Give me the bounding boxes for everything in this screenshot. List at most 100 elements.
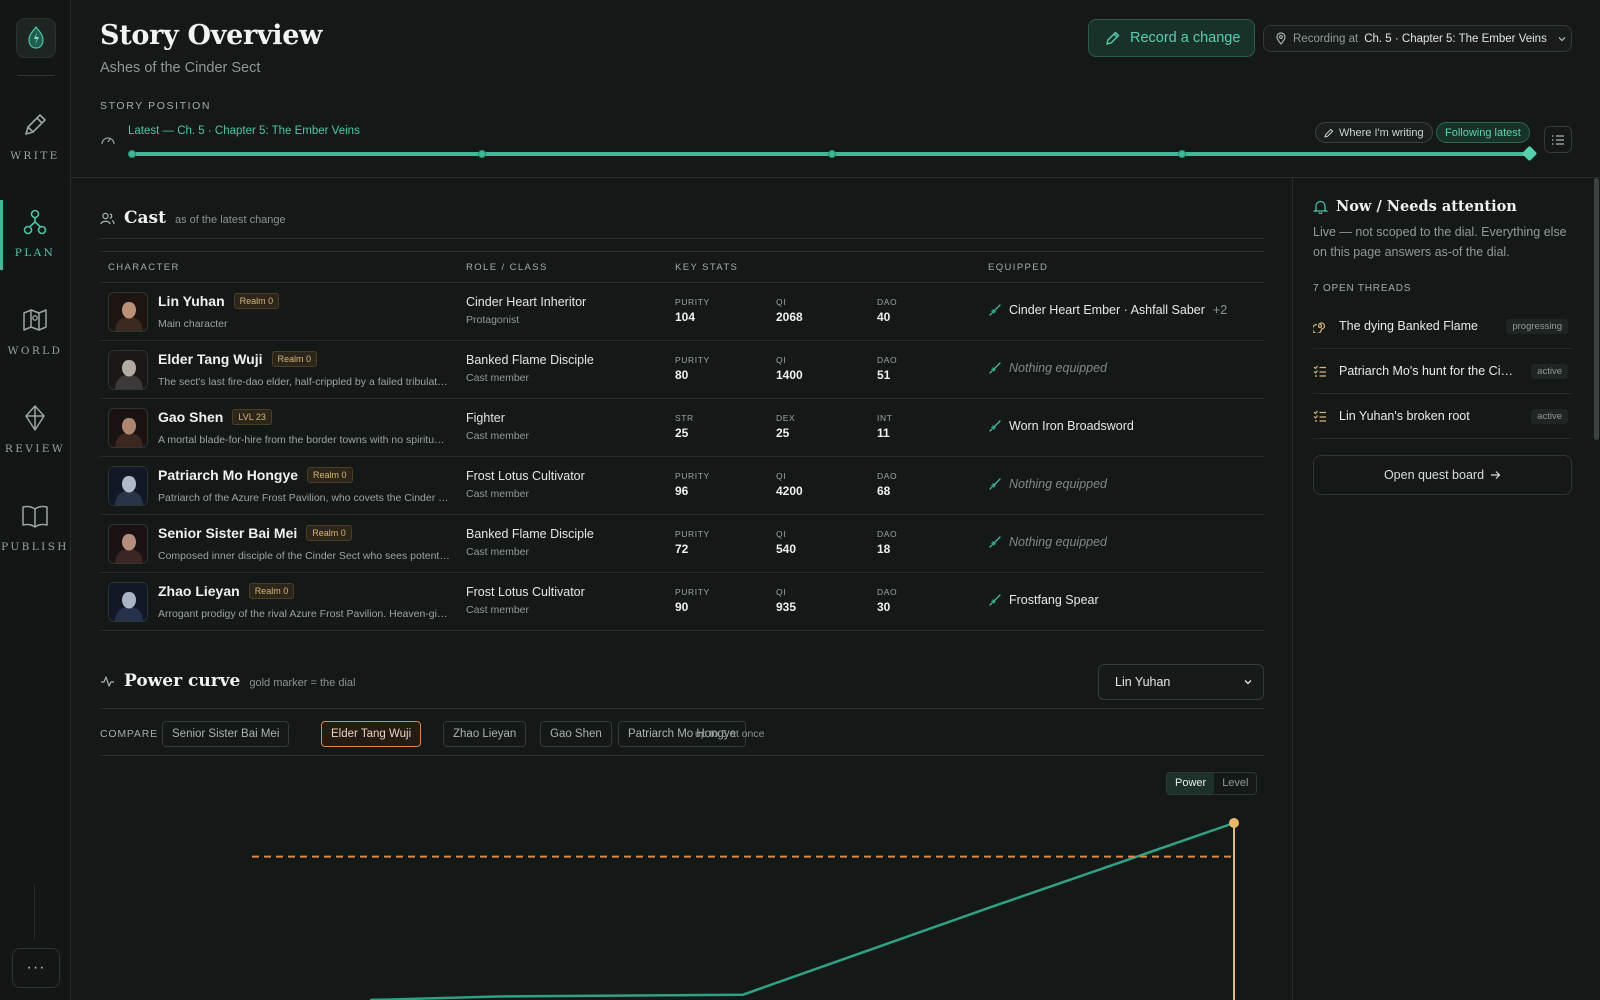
open-thread-item[interactable]: Patriarch Mo's hunt for the Cinder Heart… (1313, 349, 1572, 394)
more-menu-button[interactable]: ··· (12, 948, 60, 988)
character-role: Frost Lotus Cultivator (466, 585, 585, 599)
chevron-down-icon (1558, 36, 1566, 41)
stat-value: 18 (877, 542, 891, 556)
stat-value: 935 (776, 600, 797, 614)
equipped-items[interactable]: Frostfang Spear (989, 593, 1099, 607)
character-select[interactable]: Lin Yuhan (1098, 664, 1264, 700)
compare-chip[interactable]: Zhao Lieyan (443, 721, 527, 747)
compare-note: up to 5 at once (695, 728, 765, 740)
stat-value: 90 (675, 600, 689, 614)
character-name[interactable]: Senior Sister Bai Mei Realm 0 (158, 525, 352, 541)
thread-title: Patriarch Mo's hunt for the Cinder Heart (1339, 364, 1517, 378)
map-icon (18, 303, 52, 337)
open-thread-item[interactable]: Lin Yuhan's broken root active (1313, 394, 1572, 439)
cast-row[interactable]: Gao Shen LVL 23 A mortal blade-for-hire fr… (100, 399, 1264, 457)
character-role-sub: Cast member (466, 372, 530, 384)
stat-label: STR (675, 413, 694, 423)
nav-item-publish[interactable]: PUBLISH (0, 499, 70, 571)
scrollbar-thumb[interactable] (1594, 178, 1599, 440)
stat-value: 68 (877, 484, 891, 498)
record-change-button[interactable]: Record a change (1088, 19, 1255, 57)
open-quest-board-button[interactable]: Open quest board (1313, 455, 1572, 495)
timeline-chapter-marker[interactable] (828, 150, 836, 158)
equipped-items[interactable]: Worn Iron Broadsword (989, 419, 1134, 433)
equipped-text: Frostfang Spear (1009, 593, 1099, 607)
story-timeline-slider[interactable] (128, 145, 1538, 162)
realm-badge: Realm 0 (306, 525, 352, 541)
gem-icon (18, 401, 52, 435)
compare-chip[interactable]: Gao Shen (540, 721, 612, 747)
sword-icon (989, 478, 1001, 490)
equipped-items[interactable]: Nothing equipped (989, 535, 1107, 549)
arrow-right-icon (1491, 471, 1501, 479)
avatar[interactable] (108, 466, 148, 506)
where-writing-chip[interactable]: Where I'm writing (1315, 122, 1433, 143)
stat-cell: PURITY 96 (675, 471, 710, 498)
cast-rule (100, 238, 1264, 239)
nav-item-plan[interactable]: PLAN (0, 205, 70, 277)
story-position-label: STORY POSITION (100, 100, 212, 112)
stat-cell: QI 1400 (776, 355, 803, 382)
timeline-chapter-marker[interactable] (478, 150, 486, 158)
book-icon (18, 499, 52, 533)
pencil-icon (1324, 128, 1334, 138)
avatar[interactable] (108, 524, 148, 564)
rail-separator (34, 884, 35, 940)
sword-icon (989, 362, 1001, 374)
character-name[interactable]: Elder Tang Wuji Realm 0 (158, 351, 318, 367)
stat-cell: STR 25 (675, 413, 694, 440)
avatar[interactable] (108, 350, 148, 390)
cast-row[interactable]: Elder Tang Wuji Realm 0 The sect's last fi… (100, 341, 1264, 399)
nav-label-publish: PUBLISH (1, 541, 69, 553)
equipped-items[interactable]: Nothing equipped (989, 477, 1107, 491)
compare-chip[interactable]: Senior Sister Bai Mei (162, 721, 290, 747)
nav-item-review[interactable]: REVIEW (0, 401, 70, 473)
nav-item-write[interactable]: WRITE (0, 108, 70, 180)
character-name[interactable]: Zhao Lieyan Realm 0 (158, 583, 295, 599)
mode-level-button[interactable]: Level (1214, 773, 1256, 794)
stat-cell: QI 540 (776, 529, 796, 556)
stat-value: 1400 (776, 368, 803, 382)
stat-value: 40 (877, 310, 891, 324)
character-name[interactable]: Lin Yuhan Realm 0 (158, 293, 280, 309)
character-name-text: Elder Tang Wuji (158, 351, 263, 367)
list-icon (1552, 134, 1564, 145)
app-logo[interactable] (16, 18, 56, 58)
cast-row[interactable]: Lin Yuhan Realm 0 Main character Cinder Hea… (100, 283, 1264, 341)
character-name[interactable]: Patriarch Mo Hongye Realm 0 (158, 467, 353, 483)
stat-label: QI (776, 297, 787, 307)
avatar[interactable] (108, 582, 148, 622)
stat-cell: DAO 40 (877, 297, 897, 324)
cast-row[interactable]: Zhao Lieyan Realm 0 Arrogant prodigy of th… (100, 573, 1264, 631)
equipped-items[interactable]: Cinder Heart Ember · Ashfall Saber +2 (989, 303, 1227, 317)
timeline-chapter-marker[interactable] (1178, 150, 1186, 158)
scrollbar[interactable] (1592, 178, 1600, 1000)
thread-status-badge: progressing (1506, 318, 1568, 334)
character-role-sub: Protagonist (466, 314, 520, 326)
dial-marker-point[interactable] (1229, 818, 1239, 828)
avatar[interactable] (108, 292, 148, 332)
recording-position-select[interactable]: Recording at Ch. 5 · Chapter 5: The Embe… (1263, 25, 1572, 52)
stat-label: QI (776, 355, 787, 365)
following-latest-chip[interactable]: Following latest (1436, 122, 1530, 143)
character-name[interactable]: Gao Shen LVL 23 (158, 409, 272, 425)
compare-chip[interactable]: Elder Tang Wuji (321, 721, 422, 747)
character-role-sub: Cast member (466, 604, 530, 616)
mode-power-button[interactable]: Power (1167, 773, 1215, 794)
avatar[interactable] (108, 408, 148, 448)
cast-row[interactable]: Patriarch Mo Hongye Realm 0 Patriarch of t… (100, 457, 1264, 515)
timeline-dial-handle[interactable] (1521, 145, 1538, 162)
stat-cell: QI 2068 (776, 297, 803, 324)
chapter-list-button[interactable] (1544, 126, 1572, 153)
equipped-items[interactable]: Nothing equipped (989, 361, 1107, 375)
nav-label-world: WORLD (7, 345, 63, 357)
equipped-text: Nothing equipped (1009, 535, 1107, 549)
nav-label-review: REVIEW (4, 443, 66, 455)
cast-row[interactable]: Senior Sister Bai Mei Realm 0 Composed inn… (100, 515, 1264, 573)
timeline-chapter-marker[interactable] (128, 150, 136, 158)
stat-value: 4200 (776, 484, 803, 498)
open-thread-item[interactable]: The dying Banked Flame progressing (1313, 304, 1572, 349)
nav-item-world[interactable]: WORLD (0, 303, 70, 375)
thread-title: The dying Banked Flame (1339, 319, 1478, 333)
gauge-icon (101, 137, 115, 145)
